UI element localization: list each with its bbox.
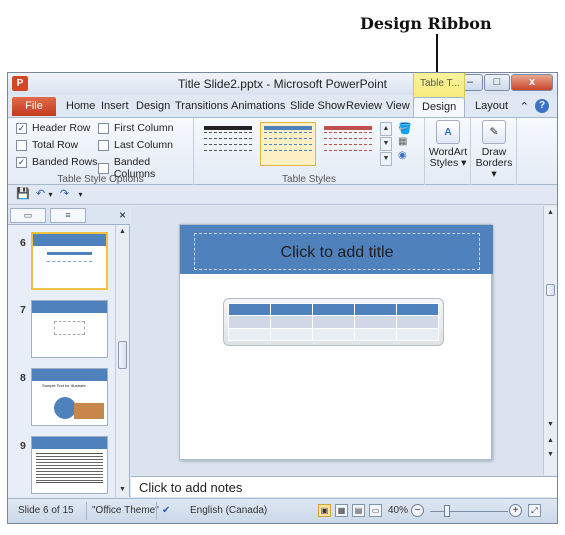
maximize-button[interactable]: □ — [484, 74, 510, 91]
slide-number: 8 — [20, 372, 26, 384]
effects-icon[interactable]: ◉ — [398, 150, 420, 164]
total-row-checkbox[interactable]: Total Row — [16, 139, 78, 151]
banded-rows-checkbox[interactable]: ✓ Banded Rows — [16, 156, 97, 168]
quick-access-toolbar: 💾 ↶ ▾ ↷ ▾ — [8, 185, 557, 205]
tab-layout[interactable]: Layout — [475, 100, 508, 112]
redo-icon[interactable]: ↷ — [58, 188, 71, 201]
first-column-checkbox[interactable]: First Column — [98, 122, 174, 134]
annotation-area: Design Ribbon — [0, 0, 565, 95]
ribbon-tabs: File Home Insert Design Transitions Anim… — [8, 95, 557, 117]
table-styles-group: ▲ ▼ ▼ 🪣 ▦ ◉ Table Styles — [194, 118, 425, 186]
gallery-more-button[interactable]: ▼ — [380, 152, 392, 166]
help-icon[interactable]: ? — [535, 99, 549, 113]
table-style-dark[interactable] — [200, 122, 256, 166]
slide-thumbnail-pane: ▭ ≡ × 6 7 8 Sample Text for illustrate 9… — [8, 206, 130, 497]
tab-design[interactable]: Design — [136, 100, 170, 112]
table-styles-gallery — [200, 122, 380, 168]
draw-borders-group: ✎ Draw Borders ▾ — [471, 118, 517, 186]
slide-number: 6 — [20, 237, 26, 249]
slide-thumbnail-7[interactable] — [31, 300, 108, 358]
table-style-options-group: ✓ Header Row Total Row ✓ Banded Rows First… — [8, 118, 194, 186]
table-styles-label: Table Styles — [282, 174, 336, 185]
wordart-icon: A — [436, 120, 460, 144]
editor-scrollbar[interactable]: ▲ ▼ ▲ ▼ — [543, 206, 557, 475]
wordart-styles-button[interactable]: A WordArt Styles ▾ — [428, 120, 468, 169]
title-placeholder[interactable]: Click to add title — [194, 233, 480, 270]
powerpoint-window: P Title Slide2.pptx - Microsoft PowerPoi… — [7, 72, 558, 524]
tab-slide-show[interactable]: Slide Show — [290, 100, 345, 112]
slide-thumbnail-9[interactable] — [31, 436, 108, 494]
current-slide: Click to add title — [179, 224, 493, 460]
slides-tab[interactable]: ▭ — [10, 208, 46, 223]
tab-review[interactable]: Review — [346, 100, 382, 112]
last-column-checkbox[interactable]: Last Column — [98, 139, 173, 151]
save-icon[interactable]: 💾 — [16, 188, 30, 201]
tab-home[interactable]: Home — [66, 100, 95, 112]
customize-qat-icon[interactable]: ▾ — [74, 188, 87, 201]
design-ribbon: ✓ Header Row Total Row ✓ Banded Rows First… — [8, 117, 557, 186]
tab-view[interactable]: View — [386, 100, 410, 112]
minimize-ribbon-icon[interactable]: ⌃ — [520, 100, 529, 113]
slide-sorter-icon[interactable]: ▦ — [335, 504, 348, 517]
status-bar: Slide 6 of 15 "Office Theme" ✔ English (… — [8, 498, 557, 523]
undo-dropdown-icon[interactable]: ▾ — [44, 188, 57, 201]
borders-icon[interactable]: ▦ — [398, 136, 420, 150]
reading-view-icon[interactable]: ▤ — [352, 504, 365, 517]
zoom-slider[interactable] — [430, 511, 508, 512]
zoom-level[interactable]: 40% — [388, 505, 408, 516]
close-button[interactable]: x — [511, 74, 553, 91]
slide-thumbnail-8[interactable]: Sample Text for illustrate — [31, 368, 108, 426]
slide-number: 9 — [20, 440, 26, 452]
annotation-label: Design Ribbon — [360, 14, 492, 33]
tab-file[interactable]: File — [12, 97, 56, 116]
table-style-red[interactable] — [320, 122, 376, 166]
shading-icon[interactable]: 🪣 — [398, 122, 420, 136]
pencil-table-icon: ✎ — [482, 120, 506, 144]
tab-insert[interactable]: Insert — [101, 100, 129, 112]
zoom-slider-knob[interactable] — [444, 505, 450, 517]
notes-placeholder: Click to add notes — [139, 480, 243, 495]
fit-slide-icon[interactable]: ⤢ — [528, 504, 541, 517]
outline-tab[interactable]: ≡ — [50, 208, 86, 223]
zoom-out-button[interactable]: − — [411, 504, 424, 517]
slide-number: 7 — [20, 304, 26, 316]
table-style-options-label: Table Style Options — [57, 174, 144, 185]
zoom-in-button[interactable]: + — [509, 504, 522, 517]
title-bar: P Title Slide2.pptx - Microsoft PowerPoi… — [8, 73, 557, 95]
slide-counter: Slide 6 of 15 — [18, 505, 74, 516]
spell-check-icon[interactable]: ✔ — [162, 505, 170, 516]
close-pane-icon[interactable]: × — [119, 208, 126, 222]
gallery-down-button[interactable]: ▼ — [380, 137, 392, 151]
language-indicator[interactable]: English (Canada) — [190, 505, 267, 516]
wordart-styles-group: A WordArt Styles ▾ — [425, 118, 471, 186]
normal-view-icon[interactable]: ▣ — [318, 504, 331, 517]
theme-name: "Office Theme" — [92, 505, 159, 516]
draw-borders-button[interactable]: ✎ Draw Borders ▾ — [474, 120, 514, 180]
slide-show-icon[interactable]: ▭ — [369, 504, 382, 517]
tab-transitions[interactable]: Transitions — [175, 100, 228, 112]
thumbnail-scrollbar[interactable]: ▲ ▼ — [115, 225, 129, 497]
slide-editor: Click to add title — [131, 206, 543, 475]
tab-animations[interactable]: Animations — [231, 100, 285, 112]
table-style-blue[interactable] — [260, 122, 316, 166]
tab-table-design[interactable]: Design — [413, 97, 466, 117]
gallery-up-button[interactable]: ▲ — [380, 122, 392, 136]
header-row-checkbox[interactable]: ✓ Header Row — [16, 122, 90, 134]
slide-thumbnail-6[interactable] — [31, 232, 108, 290]
notes-pane[interactable]: Click to add notes — [131, 476, 557, 497]
slide-table[interactable] — [223, 298, 444, 346]
